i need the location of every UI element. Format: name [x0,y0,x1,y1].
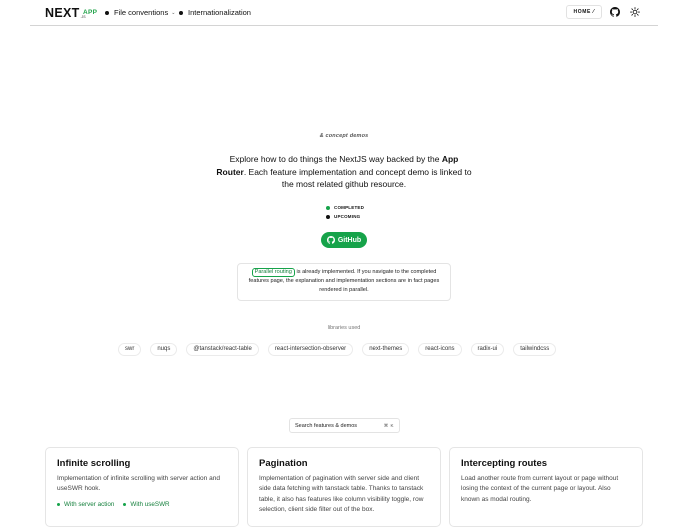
status-legend: COMPLETED UPCOMING [326,203,364,221]
libraries-title: libraries used [327,325,361,331]
card-links: With server action With useSWR [57,501,227,508]
legend-label: COMPLETED [334,205,365,210]
feature-card-pagination[interactable]: Pagination Implementation of pagination … [247,447,441,527]
parallel-routing-link[interactable]: Parallel routing [251,268,295,277]
card-description: Load another route from current layout o… [461,475,619,503]
search-features-button[interactable]: Search features & demos ⌘ K [289,418,400,433]
pencil-icon: ⁄ [592,9,595,15]
github-label: GitHub [337,236,362,244]
libraries-list: swr nuqs @tanstack/react-table react-int… [118,342,565,356]
nav-file-conventions[interactable]: File conventions ⌄ [105,8,175,17]
github-icon [326,236,335,244]
card-link-label: With server action [64,500,115,508]
card-description: Implementation of infinite scrolling wit… [57,475,220,493]
feature-card-intercepting-routes[interactable]: Intercepting routes Load another route f… [449,447,643,527]
library-chip[interactable]: swr [118,342,142,356]
library-chip[interactable]: radix-ui [470,342,505,356]
top-header: NEXT .JS APP File conventions ⌄ Internat… [30,0,658,26]
card-description: Implementation of pagination with server… [259,475,424,513]
library-chip[interactable]: @tanstack/react-table [186,342,259,356]
github-icon[interactable] [610,7,620,17]
library-chip[interactable]: tailwindcss [513,342,557,356]
completed-dot-icon [57,502,60,506]
sun-icon[interactable] [630,7,640,17]
chevron-down-icon: ⌄ [171,9,176,16]
nav-dot [105,10,109,15]
nav-label: File conventions [114,8,169,17]
nextjs-logo[interactable]: NEXT .JS [45,6,86,20]
legend-completed: COMPLETED [326,203,364,212]
library-chip[interactable]: react-icons [418,342,462,356]
library-chip[interactable]: next-themes [362,342,410,356]
nav-internationalization[interactable]: Internationalization [179,8,251,17]
card-title: Infinite scrolling [57,458,131,469]
library-chip[interactable]: react-intersection-observer [267,342,354,356]
completed-dot-icon [123,502,127,506]
intro-part2: . Each feature implementation and concep… [243,166,472,190]
search-placeholder: Search features & demos [295,422,358,429]
github-button[interactable]: GitHub [321,232,367,248]
intro-part1: Explore how to do things the NextJS way … [229,154,440,164]
library-chip[interactable]: nuqs [150,342,178,356]
nav-label: Internationalization [188,8,251,17]
card-link-server-action[interactable]: With server action [57,501,114,508]
legend-upcoming: UPCOMING [326,212,364,221]
intro-text: Explore how to do things the NextJS way … [214,153,474,191]
legend-label: UPCOMING [334,214,361,219]
nav-dot [179,10,183,15]
home-button[interactable]: HOME ⁄ [566,5,602,19]
card-link-useswr[interactable]: With useSWR [123,500,170,508]
feature-card-infinite-scrolling[interactable]: Infinite scrolling Implementation of inf… [45,447,239,527]
card-title: Pagination [259,458,308,469]
completed-dot-icon [326,205,330,210]
app-tag: APP [83,9,98,16]
card-title: Intercepting routes [461,458,548,469]
upcoming-dot-icon [326,214,330,219]
home-label: HOME [573,9,591,15]
search-shortcut: ⌘ K [383,422,394,428]
concept-label: & concept demos [319,133,369,139]
card-link-label: With useSWR [130,500,170,508]
logo-word: NEXT [45,6,80,20]
parallel-routing-notice: Parallel routing is already implemented.… [237,263,451,301]
